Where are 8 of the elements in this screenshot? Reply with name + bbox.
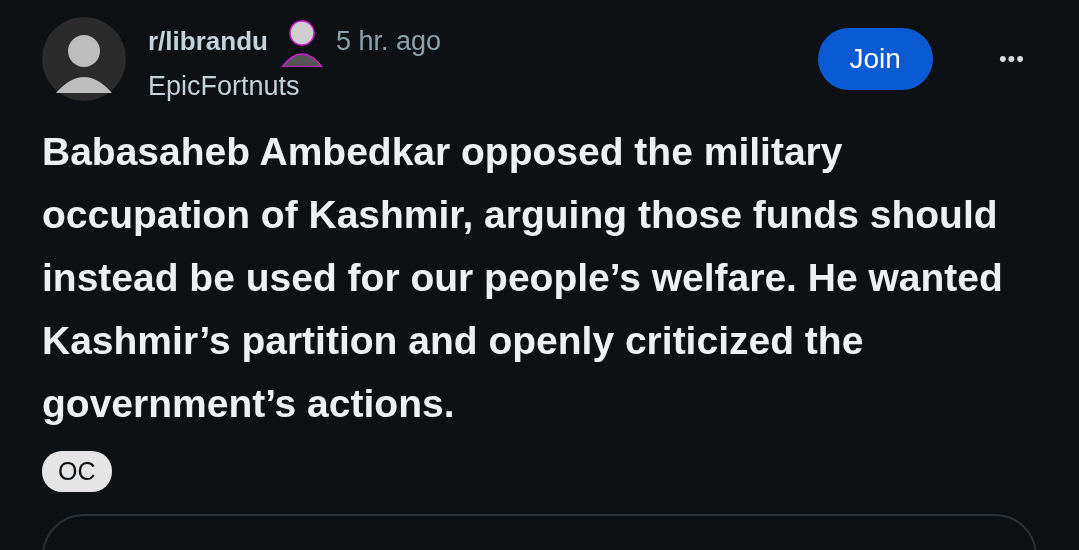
post-title: Babasaheb Ambedkar opposed the military occupation of Kashmir, arguing those funds should instead be used for our people’s welfare. He wanted Kashmir’s partition and openly criticized the government’s actions. — [42, 129, 1004, 427]
avatar[interactable] — [42, 16, 126, 101]
post-flair[interactable]: OC — [42, 451, 112, 492]
author-name[interactable]: EpicFortnuts — [148, 71, 796, 102]
subreddit-name[interactable]: r/librandu — [148, 25, 268, 57]
post-time: 5 hr. ago — [335, 25, 441, 57]
join-button[interactable]: Join — [817, 27, 933, 90]
more-options-button[interactable]: ••• — [994, 41, 1029, 76]
